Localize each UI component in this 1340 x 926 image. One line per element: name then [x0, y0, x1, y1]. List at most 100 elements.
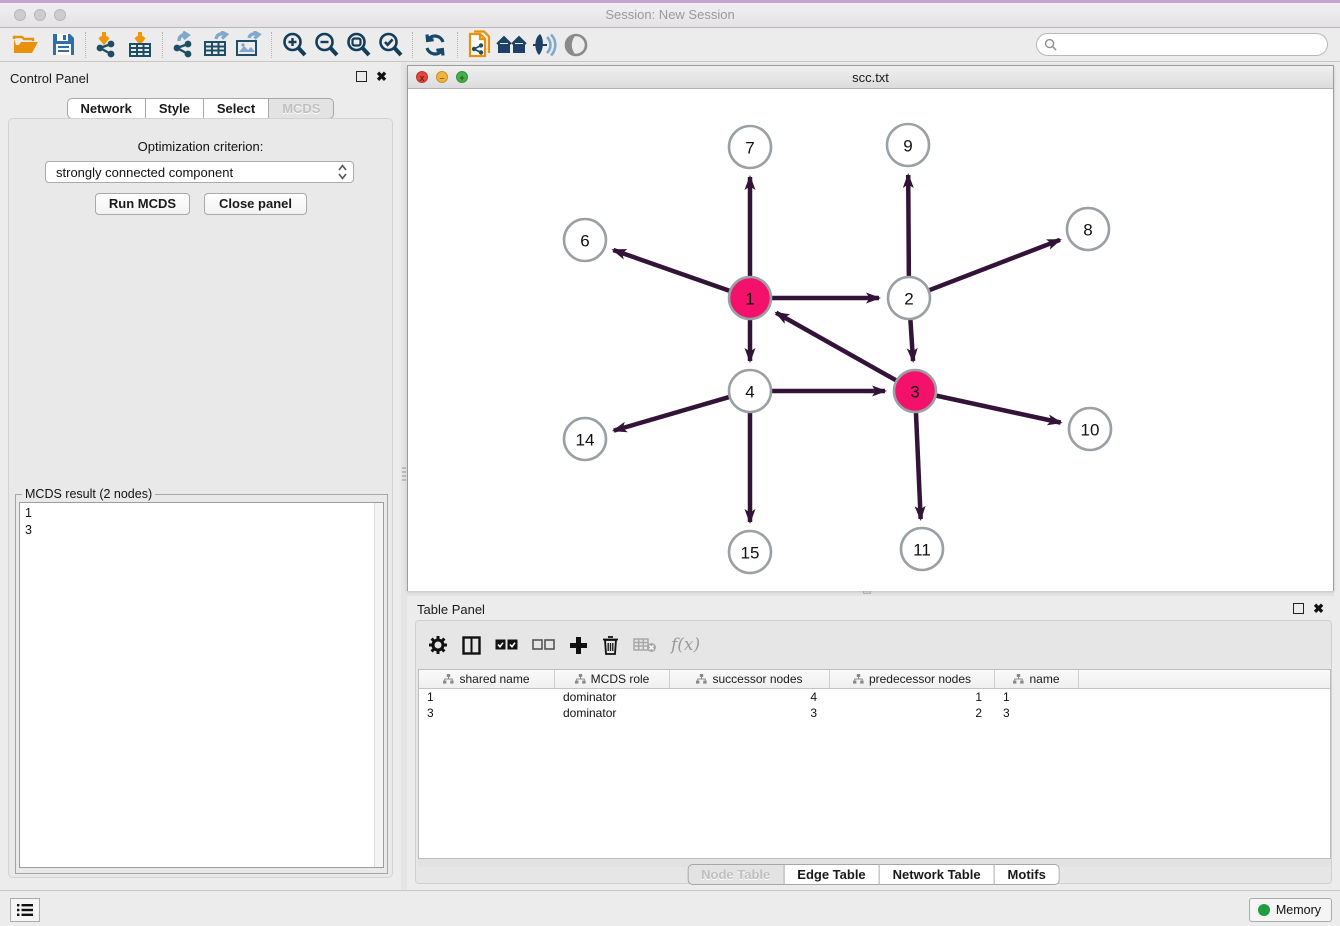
close-panel-icon[interactable]: ✖ [376, 69, 387, 84]
network-window-titlebar: x – + scc.txt [408, 66, 1333, 89]
cell-predecessor-nodes[interactable]: 1 [830, 689, 995, 705]
tab-edge-table[interactable]: Edge Table [784, 864, 879, 885]
toolbar-separator [85, 32, 86, 58]
table-panel: Table Panel ✖ [407, 596, 1340, 890]
tab-motifs[interactable]: Motifs [995, 864, 1060, 885]
delete-table-icon[interactable] [633, 630, 657, 660]
save-icon[interactable] [47, 30, 79, 60]
network-window: x – + scc.txt 7968124314101511 [407, 65, 1334, 591]
control-panel-header: Control Panel ✖ [0, 62, 401, 92]
table-row[interactable]: 1dominator411 [419, 689, 1330, 705]
column-header-name[interactable]: name [995, 670, 1079, 688]
edge-3-10[interactable] [935, 395, 1061, 422]
edge-2-9[interactable] [908, 175, 909, 278]
column-sort-icon [575, 674, 586, 684]
delete-icon[interactable] [602, 630, 619, 660]
node-label-3: 3 [910, 383, 919, 402]
toolbar-separator [271, 32, 272, 58]
zoom-out-icon[interactable] [310, 30, 342, 60]
column-header-MCDS-role[interactable]: MCDS role [555, 670, 670, 688]
node-label-9: 9 [903, 137, 912, 156]
column-sort-icon [696, 674, 707, 684]
result-scrollbar[interactable] [374, 503, 383, 867]
column-header-shared-name[interactable]: shared name [419, 670, 555, 688]
float-table-panel-icon[interactable] [1293, 603, 1304, 614]
table-panel-title: Table Panel [417, 602, 485, 617]
zoom-fit-icon[interactable] [342, 30, 374, 60]
edge-2-8[interactable] [928, 240, 1060, 291]
cell-predecessor-nodes[interactable]: 2 [830, 705, 995, 721]
node-table-body: 1dominator4113dominator323 [419, 689, 1330, 721]
tab-network-table[interactable]: Network Table [880, 864, 995, 885]
network-from-selection-icon[interactable] [464, 30, 496, 60]
criterion-dropdown[interactable]: strongly connected component [45, 161, 354, 183]
column-header-successor-nodes[interactable]: successor nodes [670, 670, 830, 688]
chevron-updown-icon [338, 164, 347, 180]
cell-MCDS-role[interactable]: dominator [555, 705, 670, 721]
mcds-result-text[interactable]: 1 3 [19, 502, 384, 868]
task-history-button[interactable] [10, 898, 40, 922]
cell-MCDS-role[interactable]: dominator [555, 689, 670, 705]
node-label-1: 1 [745, 290, 754, 309]
add-icon[interactable] [569, 630, 588, 660]
zoom-in-icon[interactable] [278, 30, 310, 60]
edge-3-1[interactable] [776, 313, 897, 381]
apply-layout-icon[interactable] [419, 30, 451, 60]
node-table-header: shared nameMCDS rolesuccessor nodesprede… [419, 670, 1330, 689]
select-all-icon[interactable] [495, 630, 518, 660]
list-icon [17, 903, 33, 917]
run-mcds-button[interactable]: Run MCDS [95, 193, 190, 215]
cell-successor-nodes[interactable]: 3 [670, 705, 830, 721]
close-panel-button[interactable]: Close panel [204, 193, 307, 215]
tab-select[interactable]: Select [204, 98, 269, 119]
window-title: Session: New Session [0, 7, 1340, 22]
node-table: shared nameMCDS rolesuccessor nodesprede… [418, 669, 1331, 859]
optimization-criterion-label: Optimization criterion: [9, 139, 392, 154]
cell-shared-name[interactable]: 3 [419, 705, 555, 721]
mcds-result-group: MCDS result (2 nodes) 1 3 [15, 494, 388, 874]
edge-2-3[interactable] [910, 318, 913, 361]
table-toolbar: f(x) [428, 627, 700, 663]
show-hide-icon[interactable] [560, 30, 592, 60]
memory-status-icon [1258, 904, 1270, 916]
search-box[interactable] [1036, 33, 1328, 56]
tab-node-table[interactable]: Node Table [687, 864, 784, 885]
function-builder-icon[interactable]: f(x) [671, 630, 700, 660]
float-panel-icon[interactable] [356, 71, 367, 82]
search-input[interactable] [1061, 38, 1327, 52]
open-folder-icon[interactable] [10, 30, 42, 60]
deselect-all-icon[interactable] [532, 630, 555, 660]
close-table-panel-icon[interactable]: ✖ [1313, 601, 1324, 616]
zoom-selected-icon[interactable] [374, 30, 406, 60]
mcds-result-title: MCDS result (2 nodes) [22, 487, 155, 501]
table-row[interactable]: 3dominator323 [419, 705, 1330, 721]
network-canvas[interactable]: 7968124314101511 [408, 89, 1333, 591]
edge-1-6[interactable] [613, 250, 731, 291]
tab-network[interactable]: Network [67, 98, 146, 119]
column-header-predecessor-nodes[interactable]: predecessor nodes [830, 670, 995, 688]
edge-4-14[interactable] [614, 397, 731, 431]
edge-3-11[interactable] [916, 411, 921, 519]
cell-successor-nodes[interactable]: 4 [670, 689, 830, 705]
cell-name[interactable]: 3 [995, 705, 1079, 721]
memory-button[interactable]: Memory [1249, 898, 1332, 922]
cell-shared-name[interactable]: 1 [419, 689, 555, 705]
import-network-icon[interactable] [92, 30, 124, 60]
cell-name[interactable]: 1 [995, 689, 1079, 705]
titlebar-accent-strip [0, 0, 1340, 3]
vizmap-icon[interactable] [528, 30, 560, 60]
export-network-icon[interactable] [169, 30, 201, 60]
toolbar-separator [457, 32, 458, 58]
export-image-icon[interactable] [233, 30, 265, 60]
network-window-title: scc.txt [408, 70, 1333, 85]
app-window: Session: New Session [0, 0, 1340, 926]
tab-mcds[interactable]: MCDS [269, 98, 334, 119]
node-label-14: 14 [576, 431, 595, 450]
column-sort-icon [853, 674, 864, 684]
first-neighbors-icon[interactable] [496, 30, 528, 60]
columns-icon[interactable] [462, 630, 481, 660]
tab-style[interactable]: Style [146, 98, 204, 119]
export-table-icon[interactable] [201, 30, 233, 60]
gear-icon[interactable] [428, 630, 448, 660]
import-table-icon[interactable] [124, 30, 156, 60]
